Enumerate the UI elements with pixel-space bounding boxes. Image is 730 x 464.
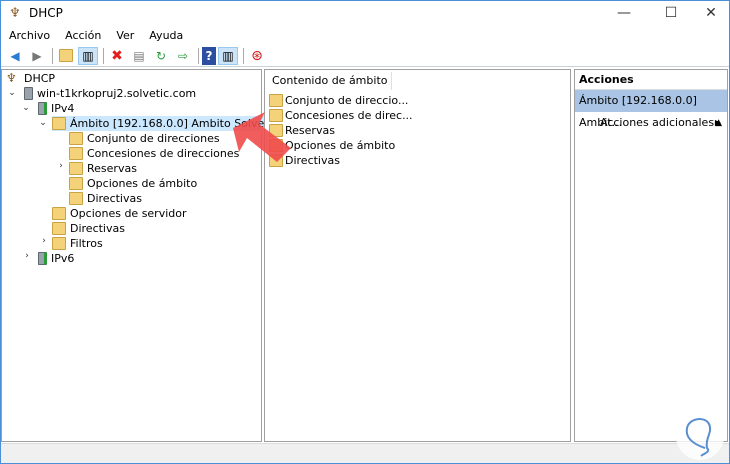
tree-item-filters[interactable]: Filtros bbox=[52, 236, 103, 251]
actions-pane: Acciones Ámbito [192.168.0.0] Ambit... ▲ … bbox=[574, 69, 728, 442]
tree-item-scope-options[interactable]: Opciones de ámbito bbox=[69, 176, 197, 191]
menu-archivo[interactable]: Archivo bbox=[1, 29, 57, 42]
window-title: DHCP bbox=[29, 6, 63, 20]
filters-icon bbox=[52, 237, 66, 250]
help-button[interactable]: ? bbox=[202, 46, 216, 65]
menu-ver[interactable]: Ver bbox=[108, 29, 141, 42]
list-item[interactable]: Conjunto de direccio... bbox=[269, 93, 408, 108]
server-options-icon bbox=[52, 207, 66, 220]
submenu-arrow-icon: ▶ bbox=[714, 118, 721, 127]
actions-scope-section[interactable]: Ámbito [192.168.0.0] Ambit... ▲ bbox=[575, 90, 727, 129]
deactivate-button[interactable]: ⊛ bbox=[247, 47, 267, 65]
close-button[interactable]: ✕ bbox=[691, 1, 730, 25]
folder-icon bbox=[52, 117, 66, 130]
properties-button[interactable]: ▤ bbox=[129, 47, 149, 65]
tree-item-ipv4[interactable]: IPv4 bbox=[38, 101, 74, 116]
show-hide-action-pane-button[interactable]: ▥ bbox=[218, 46, 238, 65]
menu-bar: Archivo Acción Ver Ayuda bbox=[1, 25, 190, 45]
export-list-button[interactable]: ⇨ bbox=[173, 47, 193, 65]
leases-icon bbox=[69, 147, 83, 160]
tree-item-reservations[interactable]: Reservas bbox=[69, 161, 137, 176]
reservations-icon bbox=[69, 162, 83, 175]
back-button[interactable]: ◀ bbox=[5, 47, 25, 65]
tree-item-server[interactable]: win-t1krkopruj2.solvetic.com bbox=[24, 86, 196, 101]
up-folder-button[interactable] bbox=[56, 47, 76, 65]
dhcp-icon: ♆ bbox=[9, 5, 21, 21]
title-bar: ♆ DHCP — ☐ ✕ bbox=[1, 1, 729, 25]
red-arrow-annotation bbox=[233, 112, 291, 162]
dhcp-window: ♆ DHCP — ☐ ✕ Archivo Acción Ver Ayuda ◀ … bbox=[0, 0, 730, 464]
tree-item-address-pool[interactable]: Conjunto de direcciones bbox=[69, 131, 220, 146]
tree-item-dhcp[interactable]: ♆ DHCP bbox=[6, 71, 55, 86]
address-pool-icon bbox=[269, 94, 283, 107]
forward-button[interactable]: ▶ bbox=[27, 47, 47, 65]
server-icon bbox=[24, 87, 33, 100]
dhcp-icon: ♆ bbox=[6, 71, 17, 85]
show-hide-tree-button[interactable]: ▥ bbox=[78, 46, 98, 65]
ipv6-icon bbox=[38, 252, 47, 265]
menu-accion[interactable]: Acción bbox=[57, 29, 108, 42]
address-pool-icon bbox=[69, 132, 83, 145]
tree-item-policies[interactable]: Directivas bbox=[52, 221, 125, 236]
tree-item-ipv6[interactable]: IPv6 bbox=[38, 251, 74, 266]
tree-item-leases[interactable]: Concesiones de direcciones bbox=[69, 146, 239, 161]
chevron-right-icon[interactable]: › bbox=[56, 161, 66, 171]
status-bar bbox=[1, 443, 729, 463]
chevron-down-icon[interactable]: ⌄ bbox=[21, 103, 31, 113]
chevron-down-icon[interactable]: ⌄ bbox=[7, 88, 17, 98]
policies-icon bbox=[52, 222, 66, 235]
policies-icon bbox=[69, 192, 83, 205]
chevron-right-icon[interactable]: › bbox=[39, 236, 49, 246]
tree-pane: ♆ DHCP ⌄ win-t1krkopruj2.solvetic.com ⌄ I… bbox=[1, 69, 281, 442]
scope-options-icon bbox=[69, 177, 83, 190]
maximize-button[interactable]: ☐ bbox=[651, 1, 691, 25]
column-header-content[interactable]: Contenido de ámbito bbox=[267, 72, 392, 90]
content-pane: Contenido de ámbito Conjunto de direccio… bbox=[264, 69, 571, 442]
menu-ayuda[interactable]: Ayuda bbox=[141, 29, 190, 42]
chevron-right-icon[interactable]: › bbox=[22, 251, 32, 261]
minimize-button[interactable]: — bbox=[604, 1, 644, 25]
delete-button[interactable]: ✖ bbox=[107, 47, 127, 65]
toolbar: ◀ ▶ ▥ ✖ ▤ ↻ ⇨ ? ▥ ⊛ bbox=[1, 45, 729, 67]
tree-item-server-options[interactable]: Opciones de servidor bbox=[52, 206, 187, 221]
ipv4-icon bbox=[38, 102, 47, 115]
actions-header: Acciones bbox=[575, 70, 727, 90]
chevron-down-icon[interactable]: ⌄ bbox=[38, 118, 48, 128]
refresh-button[interactable]: ↻ bbox=[151, 47, 171, 65]
action-more-actions[interactable]: Acciones adicionales ▶ bbox=[600, 114, 727, 132]
solvetic-logo-watermark bbox=[676, 412, 724, 460]
tree-item-scope-policies[interactable]: Directivas bbox=[69, 191, 142, 206]
